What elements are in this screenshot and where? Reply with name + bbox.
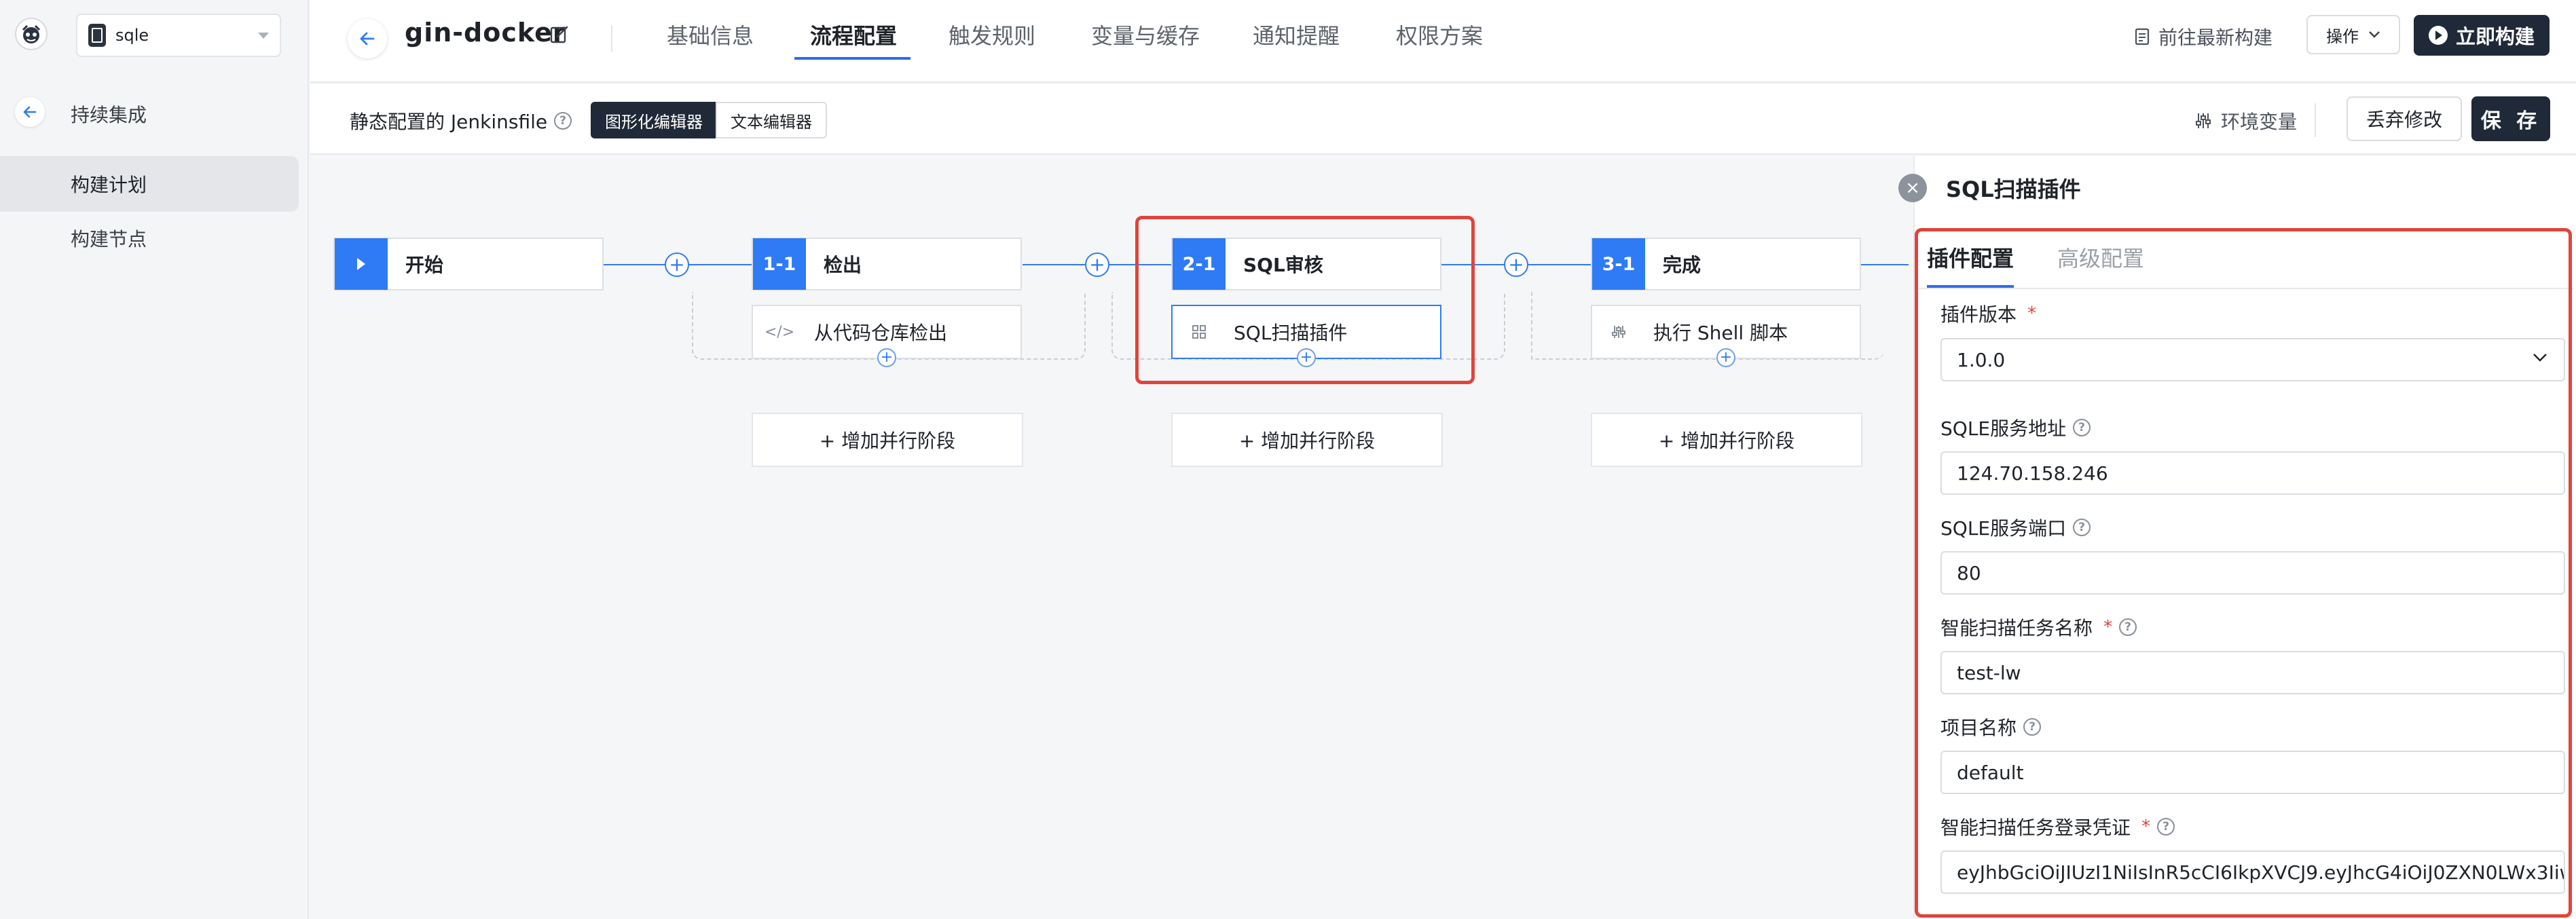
stage-number: 3-1 xyxy=(1592,238,1645,290)
tab-trigger-rules[interactable]: 触发规则 xyxy=(949,19,1035,60)
start-marker xyxy=(335,238,388,290)
step-label: 从代码仓库检出 xyxy=(814,322,948,344)
tab-permissions[interactable]: 权限方案 xyxy=(1396,19,1483,60)
sidebar-item-build-plan[interactable]: 构建计划 xyxy=(0,156,299,212)
stage-checkout[interactable]: 1-1 检出 xyxy=(752,238,1022,290)
sidebar-item-label: 构建节点 xyxy=(71,228,147,250)
editor-toolbar: 静态配置的 Jenkinsfile ? 图形化编辑器 文本编辑器 环境变量 丢弃… xyxy=(310,84,2576,155)
arrow-left-icon xyxy=(360,32,375,45)
edit-icon[interactable] xyxy=(549,24,570,48)
sidebar: sqle 持续集成 构建计划 构建节点 xyxy=(0,0,309,919)
add-parallel-stage-button[interactable]: + 增加并行阶段 xyxy=(752,413,1023,467)
sliders-icon xyxy=(2196,113,2211,128)
back-button[interactable] xyxy=(348,19,387,58)
toolbar-divider xyxy=(2315,103,2316,137)
play-icon xyxy=(357,258,365,270)
latest-build-link[interactable]: 前往最新构建 xyxy=(2134,23,2273,50)
page-title: gin-docker xyxy=(405,18,566,48)
stage-start[interactable]: 开始 xyxy=(333,238,604,290)
chevron-down-icon xyxy=(258,32,269,39)
tab-variables-cache[interactable]: 变量与缓存 xyxy=(1091,19,1200,60)
help-icon[interactable]: ? xyxy=(554,112,572,130)
env-vars-button[interactable]: 环境变量 xyxy=(2194,107,2297,134)
stage-name: 完成 xyxy=(1663,254,1701,276)
project-name: sqle xyxy=(115,26,149,45)
operations-dropdown[interactable]: 操作 xyxy=(2306,15,2400,54)
arrow-left-icon xyxy=(23,106,37,118)
sidebar-section-title: 持续集成 xyxy=(71,104,147,126)
env-vars-label: 环境变量 xyxy=(2221,111,2298,133)
text-editor-toggle[interactable]: 文本编辑器 xyxy=(716,102,827,138)
close-icon[interactable]: × xyxy=(1898,174,1927,202)
connector-line xyxy=(1861,264,1909,265)
add-stage-button[interactable]: + xyxy=(1504,252,1528,277)
chevron-down-icon xyxy=(2369,31,2380,38)
add-step-button[interactable]: + xyxy=(877,348,896,367)
header: gin-docker 基础信息 流程配置 触发规则 变量与缓存 通知提醒 权限方… xyxy=(310,0,2576,83)
stage-name: 开始 xyxy=(405,254,444,276)
operations-label: 操作 xyxy=(2326,26,2359,46)
play-icon xyxy=(2428,26,2448,45)
panel-title: SQL扫描插件 xyxy=(1946,176,2081,202)
tab-pipeline-config[interactable]: 流程配置 xyxy=(810,19,897,60)
add-stage-button[interactable]: + xyxy=(665,252,689,277)
project-select[interactable]: sqle xyxy=(76,14,281,57)
sidebar-item-label: 构建计划 xyxy=(71,174,147,196)
tab-basic-info[interactable]: 基础信息 xyxy=(667,19,754,60)
sidebar-back-button[interactable] xyxy=(15,97,45,127)
add-step-button[interactable]: + xyxy=(1716,348,1735,367)
project-icon xyxy=(88,24,106,47)
step-label: 执行 Shell 脚本 xyxy=(1653,322,1788,344)
tab-notifications[interactable]: 通知提醒 xyxy=(1253,19,1340,60)
active-tab-underline xyxy=(794,57,910,60)
run-build-label: 立即构建 xyxy=(2455,25,2535,48)
app-logo-icon[interactable] xyxy=(15,18,48,50)
code-icon: </> xyxy=(764,323,795,341)
discard-changes-button[interactable]: 丢弃修改 xyxy=(2347,96,2462,141)
save-button[interactable]: 保 存 xyxy=(2471,96,2550,141)
add-parallel-stage-button[interactable]: + 增加并行阶段 xyxy=(1171,413,1443,467)
sidebar-item-build-nodes[interactable]: 构建节点 xyxy=(0,210,299,266)
add-stage-button[interactable]: + xyxy=(1085,252,1109,277)
header-divider xyxy=(611,26,612,52)
visual-editor-toggle[interactable]: 图形化编辑器 xyxy=(591,102,717,138)
add-parallel-stage-button[interactable]: + 增加并行阶段 xyxy=(1591,413,1862,467)
latest-build-label: 前往最新构建 xyxy=(2158,26,2273,49)
stage-name: 检出 xyxy=(824,254,862,276)
document-icon xyxy=(2135,28,2150,45)
highlight-annotation xyxy=(1135,216,1475,384)
sliders-icon xyxy=(1608,324,1629,339)
stage-number: 1-1 xyxy=(753,238,806,290)
run-build-button[interactable]: 立即构建 xyxy=(2414,15,2550,56)
highlight-annotation xyxy=(1915,228,2572,918)
jenkinsfile-label-text: 静态配置的 Jenkinsfile xyxy=(350,111,548,133)
stage-complete[interactable]: 3-1 完成 xyxy=(1591,238,1861,290)
jenkinsfile-label: 静态配置的 Jenkinsfile ? xyxy=(350,107,572,134)
